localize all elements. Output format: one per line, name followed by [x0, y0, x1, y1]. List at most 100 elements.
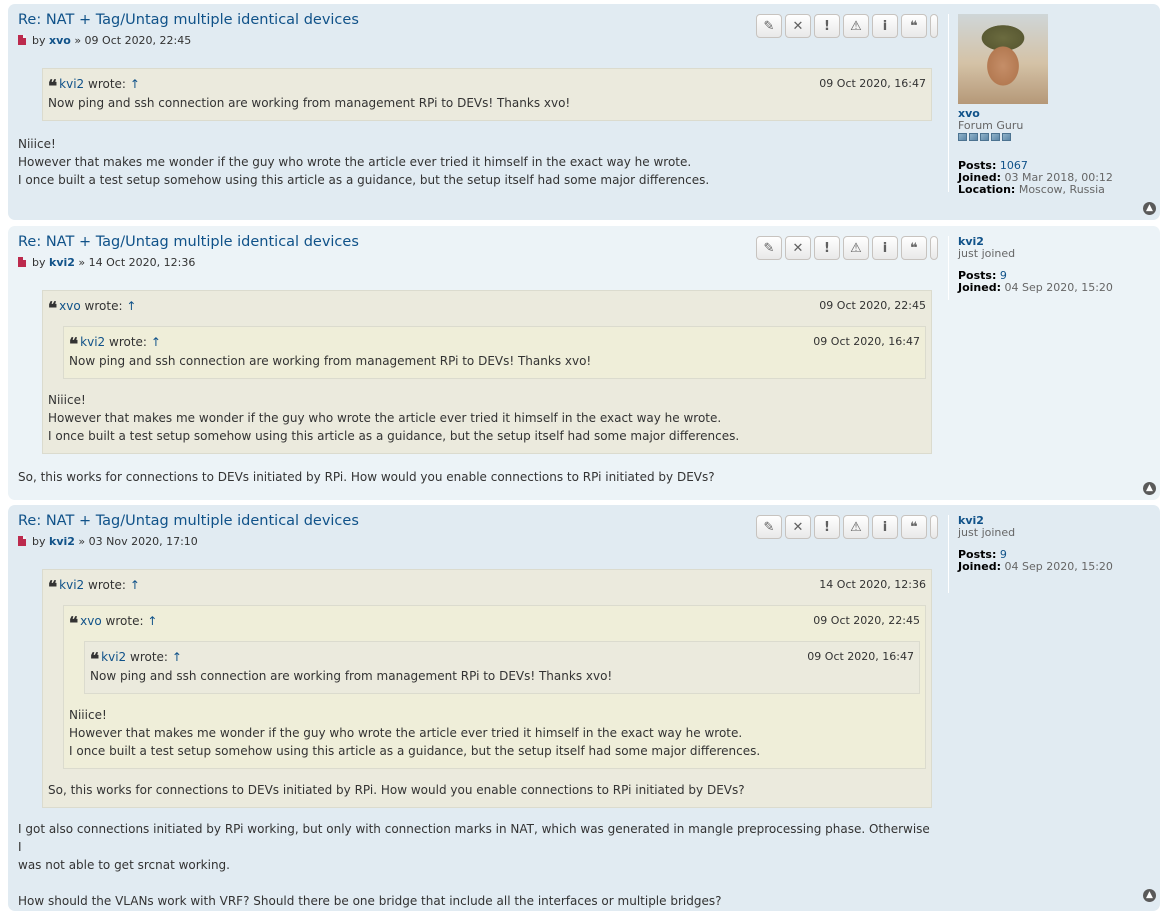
warn-button[interactable]: ⚠	[843, 236, 869, 260]
back-to-top-icon[interactable]: ▲	[1143, 889, 1156, 902]
edit-button[interactable]: ✎	[756, 515, 782, 539]
post-profile: xvo Forum Guru Posts: 1067 Joined: 03 Ma…	[948, 14, 1158, 196]
post-profile: kvi2 just joined Posts: 9 Joined: 04 Sep…	[948, 515, 1158, 593]
rank-stars	[958, 132, 1158, 144]
post: Re: NAT + Tag/Untag multiple identical d…	[8, 505, 1160, 911]
delete-icon: ✕	[792, 18, 804, 34]
wrote-label: wrote:	[88, 77, 126, 91]
post-title[interactable]: Re: NAT + Tag/Untag multiple identical d…	[18, 513, 359, 529]
quote-block: ❝ kvi2 wrote: ↑ 14 Oct 2020, 12:36 ❝ xvo w…	[42, 569, 932, 808]
post-icon[interactable]	[18, 35, 26, 45]
nested-quote-block: ❝ kvi2 wrote: ↑ 09 Oct 2020, 16:47 Now pi…	[63, 326, 926, 379]
more-button[interactable]	[930, 236, 938, 260]
quote-button[interactable]: ❝	[901, 236, 927, 260]
quote-button[interactable]: ❝	[901, 515, 927, 539]
info-button[interactable]: i	[872, 14, 898, 38]
quote-text: Now ping and ssh connection are working …	[90, 669, 613, 683]
quote-text: Niiice!	[69, 708, 107, 722]
body-line: So, this works for connections to DEVs i…	[18, 470, 715, 484]
warn-button[interactable]: ⚠	[843, 14, 869, 38]
quote-icon: ❝	[910, 18, 918, 34]
quote-mark-icon: ❝	[90, 650, 99, 670]
joined-label: Joined:	[958, 281, 1001, 294]
edit-icon: ✎	[763, 18, 775, 34]
quote-date: 09 Oct 2020, 22:45	[819, 299, 926, 312]
report-button[interactable]: !	[814, 236, 840, 260]
more-button[interactable]	[930, 14, 938, 38]
delete-button[interactable]: ✕	[785, 515, 811, 539]
warn-button[interactable]: ⚠	[843, 515, 869, 539]
wrote-label: wrote:	[109, 335, 147, 349]
post-icon[interactable]	[18, 536, 26, 546]
edit-icon: ✎	[763, 240, 775, 256]
wrote-label: wrote:	[88, 578, 126, 592]
post-title[interactable]: Re: NAT + Tag/Untag multiple identical d…	[18, 234, 359, 250]
post-content: ❝ kvi2 wrote: ↑ 09 Oct 2020, 16:47 Now pi…	[18, 68, 933, 189]
post-buttons: ✎ ✕ ! ⚠ i ❝	[756, 236, 938, 262]
info-button[interactable]: i	[872, 236, 898, 260]
quote-header: ❝ xvo wrote: ↑ 09 Oct 2020, 22:45	[48, 296, 926, 319]
delete-button[interactable]: ✕	[785, 14, 811, 38]
quote-author-link[interactable]: kvi2	[59, 77, 84, 91]
post-buttons: ✎ ✕ ! ⚠ i ❝	[756, 14, 938, 40]
goto-quote-icon[interactable]: ↑	[172, 650, 182, 664]
post-profile: kvi2 just joined Posts: 9 Joined: 04 Sep…	[948, 236, 1158, 300]
post-author-line: by xvo » 09 Oct 2020, 22:45	[18, 34, 191, 47]
goto-quote-icon[interactable]: ↑	[130, 578, 140, 592]
location-label: Location:	[958, 183, 1016, 196]
quote-author-link[interactable]: kvi2	[101, 650, 126, 664]
post: Re: NAT + Tag/Untag multiple identical d…	[8, 4, 1160, 220]
info-button[interactable]: i	[872, 515, 898, 539]
body-line: Niiice!	[18, 137, 56, 151]
info-icon: i	[882, 18, 888, 34]
author-link[interactable]: xvo	[49, 34, 71, 47]
quote-author-link[interactable]: xvo	[59, 299, 81, 313]
quote-text: However that makes me wonder if the guy …	[69, 726, 743, 740]
goto-quote-icon[interactable]: ↑	[147, 614, 157, 628]
post-date: » 14 Oct 2020, 12:36	[78, 256, 196, 269]
quote-button[interactable]: ❝	[901, 14, 927, 38]
back-to-top-icon[interactable]: ▲	[1143, 202, 1156, 215]
back-to-top-icon[interactable]: ▲	[1143, 482, 1156, 495]
body-line: How should the VLANs work with VRF? Shou…	[18, 894, 722, 908]
wrote-label: wrote:	[105, 614, 144, 628]
goto-quote-icon[interactable]: ↑	[151, 335, 161, 349]
quote-header: ❝ kvi2 wrote: ↑ 09 Oct 2020, 16:47	[48, 74, 926, 97]
more-button[interactable]	[930, 515, 938, 539]
report-button[interactable]: !	[814, 515, 840, 539]
wrote-label: wrote:	[84, 299, 123, 313]
report-button[interactable]: !	[814, 14, 840, 38]
quote-date: 14 Oct 2020, 12:36	[819, 578, 926, 591]
post-icon[interactable]	[18, 257, 26, 267]
quote-mark-icon: ❝	[69, 614, 78, 634]
profile-rank: Forum Guru	[958, 119, 1024, 132]
post-buttons: ✎ ✕ ! ⚠ i ❝	[756, 515, 938, 541]
quote-author-link[interactable]: xvo	[80, 614, 102, 628]
nested-quote-block: ❝ xvo wrote: ↑ 09 Oct 2020, 22:45 ❝ kvi2 w…	[63, 605, 926, 769]
info-icon: i	[882, 240, 888, 256]
quote-icon: ❝	[910, 240, 918, 256]
author-link[interactable]: kvi2	[49, 256, 75, 269]
goto-quote-icon[interactable]: ↑	[126, 299, 136, 313]
by-label: by	[32, 535, 46, 548]
by-label: by	[32, 256, 46, 269]
edit-button[interactable]: ✎	[756, 14, 782, 38]
body-line: I once built a test setup somehow using …	[18, 173, 710, 187]
post-date: » 09 Oct 2020, 22:45	[74, 34, 192, 47]
author-link[interactable]: kvi2	[49, 535, 75, 548]
quote-header: ❝ kvi2 wrote: ↑ 09 Oct 2020, 16:47	[90, 647, 914, 670]
post-title[interactable]: Re: NAT + Tag/Untag multiple identical d…	[18, 12, 359, 28]
info-icon: i	[882, 519, 888, 535]
delete-button[interactable]: ✕	[785, 236, 811, 260]
goto-quote-icon[interactable]: ↑	[130, 77, 140, 91]
by-label: by	[32, 34, 46, 47]
edit-button[interactable]: ✎	[756, 236, 782, 260]
quote-date: 09 Oct 2020, 16:47	[813, 335, 920, 348]
quote-header: ❝ xvo wrote: ↑ 09 Oct 2020, 22:45	[69, 611, 920, 634]
body-line: However that makes me wonder if the guy …	[18, 155, 692, 169]
report-icon: !	[824, 519, 830, 535]
quote-author-link[interactable]: kvi2	[59, 578, 84, 592]
avatar[interactable]	[958, 14, 1048, 104]
post: Re: NAT + Tag/Untag multiple identical d…	[8, 226, 1160, 500]
quote-author-link[interactable]: kvi2	[80, 335, 105, 349]
